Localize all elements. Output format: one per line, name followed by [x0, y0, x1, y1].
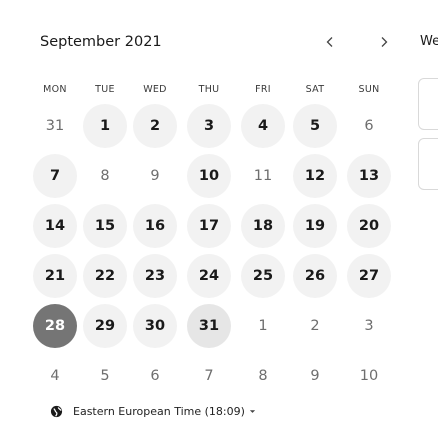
day-cell: 3: [364, 318, 374, 334]
day-cell[interactable]: 23: [133, 254, 177, 298]
day-cell[interactable]: 18: [241, 204, 285, 248]
day-cell: 1: [258, 318, 268, 334]
day-cell[interactable]: 15: [83, 204, 127, 248]
day-cell[interactable]: 13: [347, 154, 391, 198]
day-cell: 6: [364, 118, 374, 134]
side-panel-heading: We: [420, 34, 438, 49]
timezone-label: Eastern European Time (18:09): [73, 405, 245, 418]
day-cell[interactable]: 30: [133, 304, 177, 348]
day-cell[interactable]: 10: [187, 154, 231, 198]
day-cell[interactable]: 29: [83, 304, 127, 348]
day-cell[interactable]: 22: [83, 254, 127, 298]
chevron-right-icon: [381, 37, 388, 47]
day-cell-selected[interactable]: 28: [33, 304, 77, 348]
day-cell: 10: [359, 368, 379, 384]
day-cell[interactable]: 24: [187, 254, 231, 298]
day-cell[interactable]: 3: [187, 104, 231, 148]
day-cell[interactable]: 21: [33, 254, 77, 298]
day-cell: 31: [45, 118, 65, 134]
day-cell[interactable]: 7: [33, 154, 77, 198]
day-cell: 6: [150, 368, 160, 384]
day-cell[interactable]: 1: [83, 104, 127, 148]
day-cell: 8: [258, 368, 268, 384]
caret-down-icon: [249, 410, 256, 413]
month-title: September 2021: [40, 34, 162, 50]
day-cell: 7: [204, 368, 214, 384]
day-cell: 8: [100, 168, 110, 184]
weekday-label: THU: [198, 84, 220, 95]
day-cell[interactable]: 27: [347, 254, 391, 298]
timezone-selector[interactable]: Eastern European Time (18:09): [50, 405, 266, 418]
day-cell: 11: [253, 168, 273, 184]
day-cell[interactable]: 19: [293, 204, 337, 248]
day-cell[interactable]: 5: [293, 104, 337, 148]
time-slot-button[interactable]: [418, 138, 438, 190]
weekday-label: SAT: [305, 84, 325, 95]
time-slot-button[interactable]: [418, 78, 438, 130]
day-cell[interactable]: 31: [187, 304, 231, 348]
day-cell[interactable]: 25: [241, 254, 285, 298]
weekday-label: MON: [43, 84, 67, 95]
day-cell[interactable]: 2: [133, 104, 177, 148]
day-cell: 4: [50, 368, 60, 384]
day-cell[interactable]: 12: [293, 154, 337, 198]
globe-icon: [50, 405, 63, 418]
day-cell[interactable]: 14: [33, 204, 77, 248]
day-cell[interactable]: 4: [241, 104, 285, 148]
prev-month-button[interactable]: [318, 30, 342, 54]
day-cell: 9: [310, 368, 320, 384]
next-month-button[interactable]: [372, 30, 396, 54]
chevron-left-icon: [326, 37, 333, 47]
day-cell[interactable]: 17: [187, 204, 231, 248]
day-cell: 5: [100, 368, 110, 384]
day-cell: 2: [310, 318, 320, 334]
day-cell[interactable]: 20: [347, 204, 391, 248]
weekday-label: TUE: [95, 84, 115, 95]
day-cell[interactable]: 16: [133, 204, 177, 248]
weekday-label: WED: [143, 84, 167, 95]
weekday-label: FRI: [255, 84, 271, 95]
day-cell: 9: [150, 168, 160, 184]
weekday-label: SUN: [358, 84, 380, 95]
day-cell[interactable]: 26: [293, 254, 337, 298]
